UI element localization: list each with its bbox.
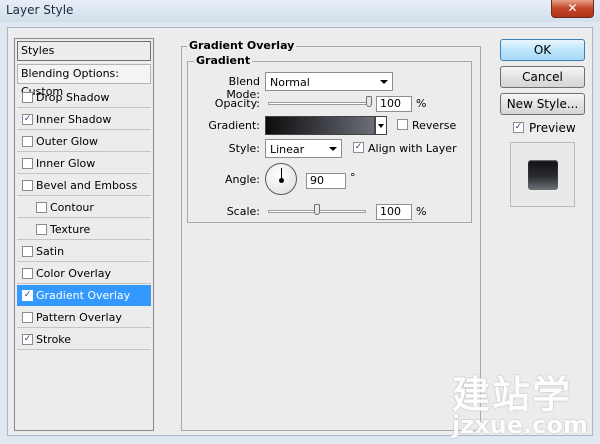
style-item-label: Texture xyxy=(50,223,91,236)
style-checkbox[interactable] xyxy=(36,202,47,213)
style-checkbox[interactable]: ✓ xyxy=(22,334,33,345)
style-item-label: Drop Shadow xyxy=(36,91,110,104)
style-item-label: Stroke xyxy=(36,333,72,346)
reverse-label: Reverse xyxy=(412,119,457,132)
gradient-label: Gradient: xyxy=(208,119,260,132)
blend-mode-select[interactable]: Normal xyxy=(265,72,393,91)
opacity-unit: % xyxy=(416,97,427,110)
opacity-input[interactable]: 100 xyxy=(376,96,412,112)
chevron-down-icon xyxy=(380,80,388,84)
opacity-label: Opacity: xyxy=(214,97,260,110)
style-item-label: Outer Glow xyxy=(36,135,99,148)
style-item-label: Pattern Overlay xyxy=(36,311,122,324)
scale-input[interactable]: 100 xyxy=(376,204,412,220)
preview-thumbnail xyxy=(510,142,575,207)
new-style-button[interactable]: New Style... xyxy=(500,93,585,115)
styles-list: Styles Blending Options: Custom Drop Sha… xyxy=(14,38,154,431)
style-item-label: Satin xyxy=(36,245,65,258)
style-item-label: Gradient Overlay xyxy=(36,289,131,302)
scale-unit: % xyxy=(416,205,427,218)
style-checkbox[interactable]: ✓ xyxy=(22,290,33,301)
style-checkbox[interactable] xyxy=(22,312,33,323)
style-label: Style: xyxy=(228,142,260,155)
cancel-button[interactable]: Cancel xyxy=(500,66,585,88)
title-bar[interactable]: Layer Style ✕ xyxy=(0,0,600,22)
align-with-layer-label: Align with Layer xyxy=(368,142,457,155)
style-checkbox[interactable] xyxy=(22,180,33,191)
opacity-slider-thumb[interactable] xyxy=(366,96,372,107)
scale-label: Scale: xyxy=(226,205,260,218)
style-checkbox[interactable] xyxy=(22,92,33,103)
style-item-pattern-overlay[interactable]: Pattern Overlay xyxy=(17,307,151,328)
style-item-inner-glow[interactable]: Inner Glow xyxy=(17,153,151,174)
close-icon: ✕ xyxy=(567,1,578,15)
style-item-label: Contour xyxy=(50,201,94,214)
style-value: Linear xyxy=(270,143,305,156)
style-item-stroke[interactable]: ✓ Stroke xyxy=(17,329,151,350)
style-item-satin[interactable]: Satin xyxy=(17,241,151,262)
close-button[interactable]: ✕ xyxy=(551,0,594,18)
style-item-label: Inner Shadow xyxy=(36,113,112,126)
dialog-title: Layer Style xyxy=(6,3,74,17)
angle-label: Angle: xyxy=(224,173,260,186)
align-with-layer-checkbox[interactable]: ✓ xyxy=(353,142,364,153)
style-item-color-overlay[interactable]: Color Overlay xyxy=(17,263,151,284)
style-checkbox[interactable] xyxy=(22,268,33,279)
style-item-label: Inner Glow xyxy=(36,157,96,170)
angle-unit: ° xyxy=(350,171,356,184)
style-item-gradient-overlay[interactable]: ✓ Gradient Overlay xyxy=(17,285,151,306)
style-checkbox[interactable] xyxy=(22,246,33,257)
style-item-contour[interactable]: Contour xyxy=(17,197,151,218)
preview-checkbox[interactable]: ✓ xyxy=(513,122,524,133)
style-item-drop-shadow[interactable]: Drop Shadow xyxy=(17,87,151,108)
gradient-dropdown[interactable] xyxy=(375,116,387,135)
layer-style-dialog: Layer Style ✕ Styles Blending Options: C… xyxy=(0,0,600,444)
style-checkbox[interactable] xyxy=(36,224,47,235)
angle-dial[interactable] xyxy=(265,163,297,195)
style-item-bevel-and-emboss[interactable]: Bevel and Emboss xyxy=(17,175,151,196)
gradient-swatch[interactable] xyxy=(265,116,375,135)
style-checkbox[interactable] xyxy=(22,136,33,147)
style-select[interactable]: Linear xyxy=(265,139,342,158)
ok-button[interactable]: OK xyxy=(500,39,585,61)
scale-slider-thumb[interactable] xyxy=(314,204,320,215)
gradient-subgroup-title: Gradient xyxy=(194,54,253,67)
chevron-down-icon xyxy=(378,124,384,128)
gradient-overlay-panel: Gradient Overlay Gradient Blend Mode: No… xyxy=(178,38,481,431)
style-item-label: Color Overlay xyxy=(36,267,111,280)
reverse-checkbox[interactable] xyxy=(397,119,408,130)
blend-mode-value: Normal xyxy=(270,76,310,89)
opacity-slider-track[interactable] xyxy=(268,102,372,105)
style-checkbox[interactable]: ✓ xyxy=(22,114,33,125)
preview-swatch xyxy=(528,160,558,190)
chevron-down-icon xyxy=(329,147,337,151)
preview-label: Preview xyxy=(529,121,576,135)
angle-center-dot xyxy=(279,178,284,183)
blending-options-item[interactable]: Blending Options: Custom xyxy=(17,64,151,98)
style-item-label: Bevel and Emboss xyxy=(36,179,138,192)
gradient-overlay-title: Gradient Overlay xyxy=(187,39,297,52)
angle-input[interactable]: 90 xyxy=(306,173,346,189)
style-checkbox[interactable] xyxy=(22,158,33,169)
styles-header[interactable]: Styles xyxy=(17,41,151,61)
style-item-texture[interactable]: Texture xyxy=(17,219,151,240)
style-item-inner-shadow[interactable]: ✓ Inner Shadow xyxy=(17,109,151,130)
watermark-domain: jzxue.com xyxy=(452,411,588,439)
style-item-outer-glow[interactable]: Outer Glow xyxy=(17,131,151,152)
